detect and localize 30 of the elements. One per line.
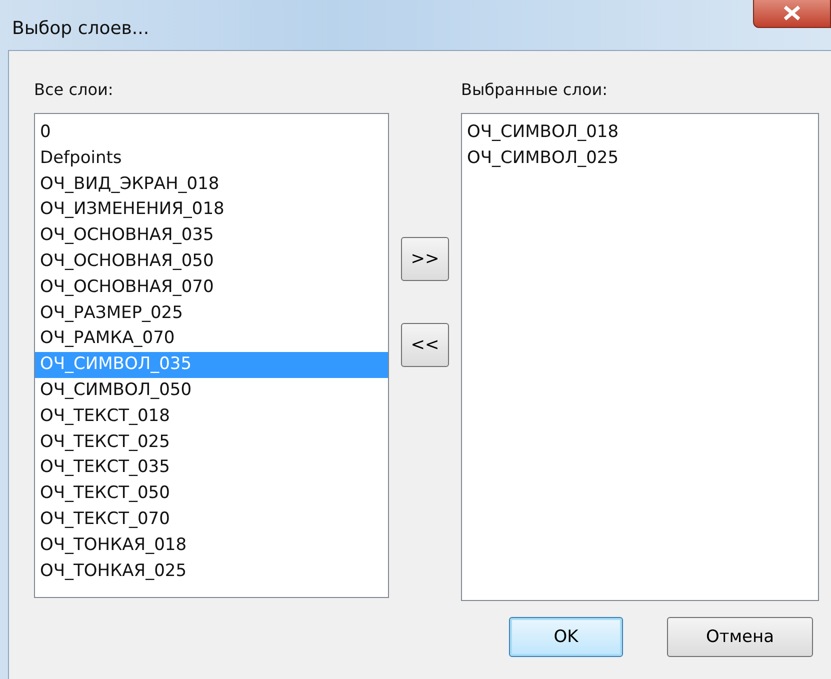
list-item[interactable]: ОЧ_РАЗМЕР_025 (35, 300, 388, 326)
list-label: Выбранные слои: (461, 79, 609, 101)
list-item[interactable]: ОЧ_ТЕКСТ_025 (35, 430, 388, 456)
list-item[interactable]: ОЧ_ИЗМЕНЕНИЯ_018 (35, 197, 388, 224)
layer-list[interactable] (34, 113, 389, 598)
close-button[interactable] (753, 0, 831, 28)
list-item[interactable]: ОЧ_ОСНОВНАЯ_070 (35, 274, 388, 301)
list-item[interactable]: ОЧ_ОСНОВНАЯ_050 (35, 248, 388, 275)
list-item[interactable]: ОЧ_ТЕКСТ_070 (35, 506, 388, 533)
layer-list[interactable]: ОЧ_СИМВОЛ_018 ОЧ_СИМВОЛ_025 (461, 113, 819, 601)
list-item[interactable]: ОЧ_ВИД_ЭКРАН_018 (35, 172, 388, 198)
list-item[interactable]: ОЧ_ТОНКАЯ_025 (35, 558, 388, 584)
list-item[interactable]: ОЧ_ТЕКСТ_018 (35, 404, 388, 430)
list-item[interactable]: ОЧ_СИМВОЛ_018 (462, 120, 818, 146)
move-button[interactable]: >> (401, 237, 449, 281)
window-title: Выбор слоев... (12, 18, 150, 39)
dialog-button[interactable]: Отмена (667, 617, 813, 657)
list-item[interactable]: ОЧ_СИМВОЛ_050 (35, 378, 388, 404)
list-item[interactable]: ОЧ_ОСНОВНАЯ_035 (35, 223, 388, 249)
list-item[interactable]: ОЧ_ТЕКСТ_050 (35, 481, 388, 507)
list-item[interactable]: Defpoints (35, 146, 388, 172)
list-item[interactable]: ОЧ_РАМКА_070 (35, 326, 388, 352)
close-icon (781, 4, 803, 22)
move-button[interactable]: << (401, 323, 449, 367)
list-item[interactable]: ОЧ_ТЕКСТ_035 (35, 455, 388, 482)
list-item[interactable]: ОЧ_ТОНКАЯ_018 (35, 532, 388, 559)
dialog-button[interactable]: OK (509, 617, 623, 657)
list-label: Все слои: (34, 79, 114, 101)
list-item[interactable]: ОЧ_СИМВОЛ_025 (462, 146, 818, 172)
list-item[interactable]: 0 (35, 120, 388, 146)
